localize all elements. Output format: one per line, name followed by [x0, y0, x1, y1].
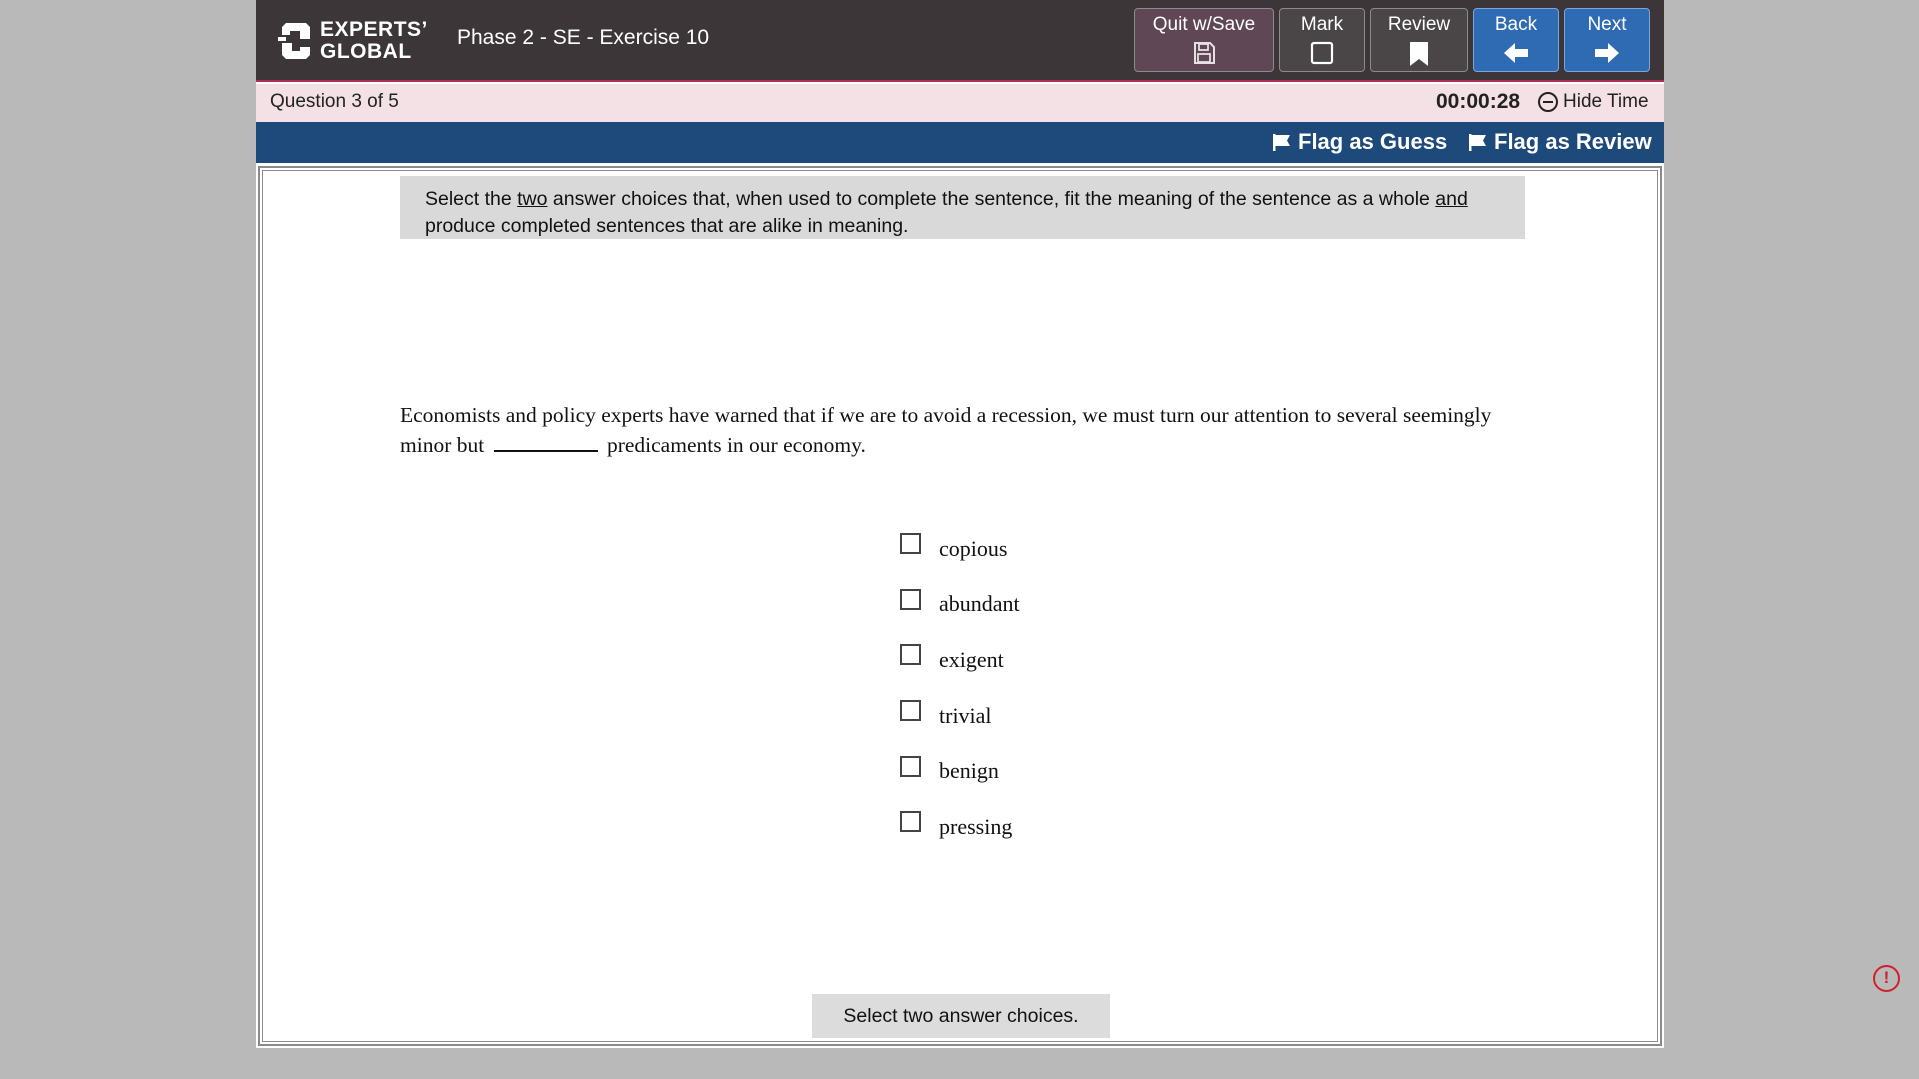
exercise-title: Phase 2 - SE - Exercise 10: [457, 26, 710, 49]
answer-choice[interactable]: abundant: [900, 574, 1020, 630]
minus-circle-icon: [1538, 92, 1558, 112]
choice-label: trivial: [939, 702, 992, 728]
logo-text: EXPERTS’ GLOBAL: [320, 19, 428, 63]
flag-icon: [1469, 134, 1486, 151]
bookmark-icon: [1410, 42, 1428, 66]
flag-as-review-button[interactable]: Flag as Review: [1468, 129, 1652, 155]
instruction-box: Select the two answer choices that, when…: [400, 176, 1525, 239]
question-sentence: Economists and policy experts have warne…: [400, 400, 1525, 460]
instruction-emphasis-two: two: [517, 188, 548, 210]
arrow-right-icon: [1595, 43, 1619, 63]
quit-save-label: Quit w/Save: [1152, 14, 1256, 35]
flag-icon: [1273, 134, 1290, 151]
next-button[interactable]: Next: [1564, 8, 1650, 72]
checkbox[interactable]: [900, 644, 921, 666]
timer-display: 00:00:28: [1436, 90, 1521, 113]
test-app: EXPERTS’ GLOBAL Phase 2 - SE - Exercise …: [256, 0, 1664, 1048]
experts-global-logo: EXPERTS’ GLOBAL: [278, 18, 427, 64]
flag-as-review-label: Flag as Review: [1494, 129, 1652, 154]
checkbox[interactable]: [900, 700, 921, 722]
answer-choices: copious abundant exigent trivial benign …: [900, 518, 1020, 852]
instruction-part-3: produce completed sentences that are ali…: [425, 215, 909, 237]
choice-label: pressing: [939, 813, 1013, 839]
review-label: Review: [1387, 14, 1451, 35]
arrow-left-icon: [1504, 43, 1528, 63]
flag-as-guess-button[interactable]: Flag as Guess: [1272, 129, 1447, 155]
sentence-blank: [493, 430, 598, 452]
top-header: EXPERTS’ GLOBAL Phase 2 - SE - Exercise …: [256, 0, 1664, 82]
save-icon: [1194, 42, 1215, 64]
checkbox-icon: [1310, 41, 1334, 65]
logo-line-1: EXPERTS’: [320, 18, 428, 41]
answer-choice[interactable]: copious: [900, 518, 1020, 574]
instruction-emphasis-and: and: [1435, 188, 1468, 210]
instruction-part-2: answer choices that, when used to comple…: [547, 188, 1436, 210]
choice-label: copious: [939, 535, 1008, 561]
hide-time-button[interactable]: Hide Time: [1538, 91, 1649, 113]
sentence-after-blank: predicaments in our economy.: [606, 433, 866, 457]
choice-label: exigent: [939, 646, 1004, 672]
checkbox[interactable]: [900, 533, 921, 555]
status-message: Select two answer choices.: [812, 994, 1110, 1038]
choice-label: abundant: [939, 591, 1020, 617]
back-label: Back: [1494, 14, 1538, 35]
answer-choice[interactable]: trivial: [900, 685, 1020, 741]
alert-icon[interactable]: !: [1873, 965, 1900, 992]
answer-choice[interactable]: benign: [900, 740, 1020, 796]
flag-as-guess-label: Flag as Guess: [1298, 129, 1448, 154]
instruction-part-1: Select the: [425, 188, 518, 210]
logo-line-2: GLOBAL: [320, 40, 412, 63]
question-count: Question 3 of 5: [270, 91, 399, 112]
checkbox[interactable]: [900, 811, 921, 833]
mark-label: Mark: [1300, 14, 1344, 35]
flag-bar: Flag as Guess Flag as Review: [256, 122, 1664, 163]
question-content: Select the two answer choices that, when…: [258, 166, 1662, 1046]
answer-choice[interactable]: exigent: [900, 629, 1020, 685]
hide-time-label: Hide Time: [1563, 91, 1649, 112]
checkbox[interactable]: [900, 588, 921, 610]
quit-save-button[interactable]: Quit w/Save: [1134, 8, 1274, 72]
question-bar: Question 3 of 5 00:00:28 Hide Time: [256, 84, 1664, 122]
checkbox[interactable]: [900, 755, 921, 777]
choice-label: benign: [939, 758, 999, 784]
review-button[interactable]: Review: [1370, 8, 1468, 72]
mark-button[interactable]: Mark: [1279, 8, 1365, 72]
answer-choice[interactable]: pressing: [900, 796, 1020, 852]
logo-mark-icon: [278, 19, 314, 63]
back-button[interactable]: Back: [1473, 8, 1559, 72]
next-label: Next: [1587, 14, 1627, 35]
